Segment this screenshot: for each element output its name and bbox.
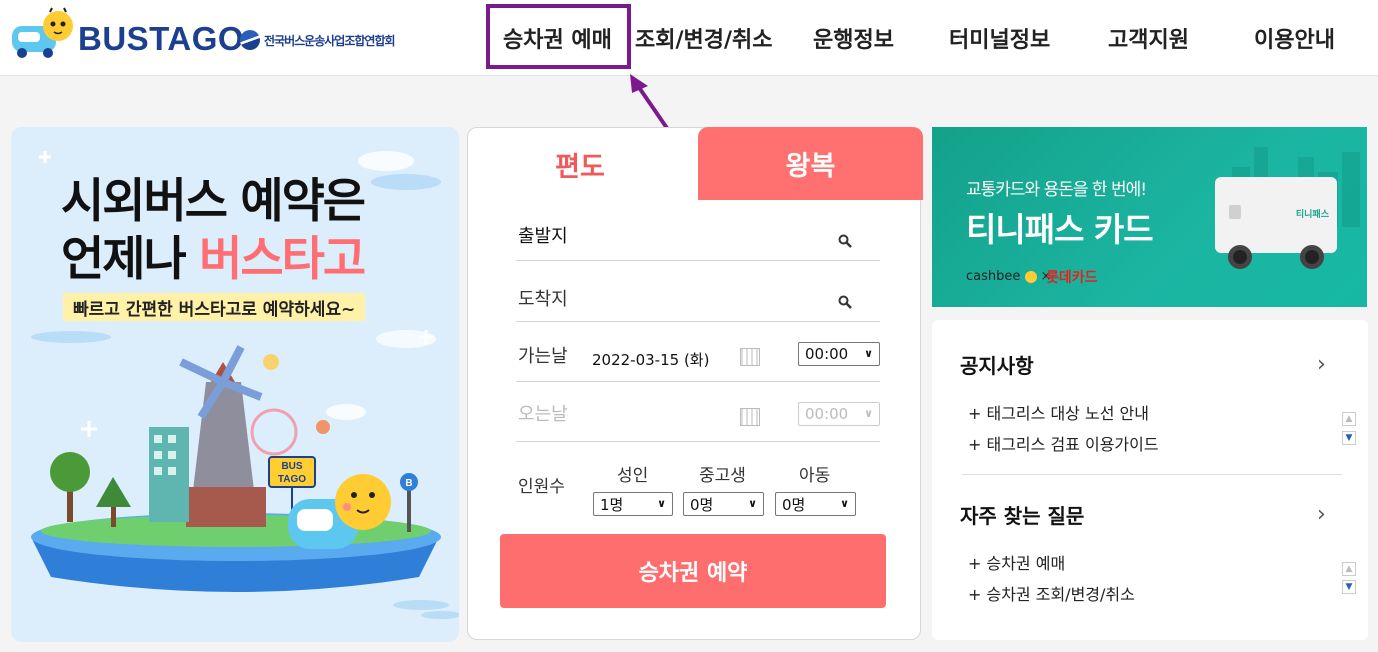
bus-stop-letter: B [405, 478, 412, 489]
go-time-value: 00:00 [805, 345, 849, 363]
calendar-icon [740, 408, 760, 426]
site-header: BUSTAGO 전국버스운송사업조합연합회 승차권 예매 조회/변경/취소 운행… [0, 0, 1378, 76]
passengers-label: 인원수 [518, 477, 565, 497]
return-time-select: 00:00 ∨ [798, 402, 880, 426]
chevron-down-icon: ∨ [864, 347, 873, 360]
chevron-down-icon: ∨ [657, 497, 666, 510]
promo-right-title: 티니패스 카드 [966, 210, 1154, 249]
faq-item[interactable]: + 승차권 예매 [968, 550, 1065, 574]
tab-one-way[interactable]: 편도 [468, 128, 692, 200]
chevron-down-icon: ∨ [864, 407, 873, 420]
brand-name[interactable]: BUSTAGO [78, 20, 244, 58]
child-count-select[interactable]: 0명 ∨ [775, 492, 856, 516]
lotte-card-logo: 롯데카드 [1046, 270, 1098, 286]
cashbee-bee-icon [1024, 270, 1037, 283]
arrival-label: 도착지 [518, 289, 568, 310]
search-icon[interactable] [838, 234, 852, 248]
booking-panel: 편도 왕복 출발지 도착지 가는날 2022-03-15 (화) 00:00 ∨ … [467, 127, 923, 640]
nav-customer-support[interactable]: 고객지원 [1108, 0, 1189, 76]
association-name: 전국버스운송사업조합연합회 [264, 33, 396, 48]
adult-label: 성인 [617, 466, 649, 486]
chevron-down-icon: ∨ [748, 497, 757, 510]
wheel-icon [1228, 245, 1252, 269]
child-count-value: 0명 [782, 495, 806, 514]
departure-label: 출발지 [518, 226, 568, 247]
return-date-label: 오는날 [518, 404, 568, 425]
scroll-down-icon[interactable]: ▼ [1342, 580, 1356, 594]
nav-terminal-info[interactable]: 터미널정보 [949, 0, 1050, 76]
bus-sign-line2: TAGO [278, 474, 306, 485]
notice-item[interactable]: + 태그리스 대상 노선 안내 [968, 400, 1149, 424]
chevron-right-icon[interactable]: › [1317, 502, 1331, 527]
tab-round-trip[interactable]: 왕복 [698, 127, 923, 200]
notice-title[interactable]: 공지사항 [960, 350, 1034, 379]
return-time-value: 00:00 [805, 405, 849, 423]
section-divider [962, 474, 1342, 475]
wheel-icon [1300, 245, 1324, 269]
annotation-highlight-box [486, 4, 631, 69]
reserve-button[interactable]: 승차권 예약 [500, 534, 886, 608]
adult-count-value: 1명 [600, 495, 624, 514]
promo-title-prefix: 언제나 [61, 232, 200, 287]
chevron-down-icon: ∨ [840, 497, 849, 510]
departure-date-row: 가는날 2022-03-15 (화) 00:00 ∨ [516, 322, 880, 382]
association-logo: 전국버스운송사업조합연합회 [240, 30, 396, 50]
nav-operation-info[interactable]: 운행정보 [813, 0, 894, 76]
faq-title[interactable]: 자주 찾는 질문 [960, 500, 1084, 529]
cashbee-text: cashbee [966, 269, 1021, 284]
child-label: 아동 [799, 466, 831, 486]
teen-label: 중고생 [699, 466, 746, 486]
nav-usage-guide[interactable]: 이용안내 [1254, 0, 1335, 76]
go-date-value[interactable]: 2022-03-15 (화) [592, 349, 709, 370]
scroll-down-icon[interactable]: ▼ [1342, 431, 1356, 445]
bus-sign-line1: BUS [281, 461, 302, 472]
faq-item[interactable]: + 승차권 조회/변경/취소 [968, 581, 1135, 605]
tinipass-card-image: 티니패스 [1215, 177, 1337, 253]
notice-faq-panel: 공지사항 › + 태그리스 대상 노선 안내 + 태그리스 검표 이용가이드 ▲… [932, 320, 1368, 640]
adult-count-select[interactable]: 1명 ∨ [593, 492, 673, 516]
teen-count-value: 0명 [690, 495, 714, 514]
scroll-up-icon[interactable]: ▲ [1342, 562, 1356, 576]
teen-count-select[interactable]: 0명 ∨ [683, 492, 764, 516]
departure-field[interactable]: 출발지 [516, 212, 880, 261]
go-time-select[interactable]: 00:00 ∨ [798, 342, 880, 366]
cashbee-logo: cashbee × [966, 269, 1052, 284]
go-date-label: 가는날 [518, 346, 568, 367]
promo-banner-left[interactable]: BUS TAGO B 시외버스 예약은 언제나 버스타고 빠르고 간편한 버스타… [11, 127, 459, 642]
calendar-icon[interactable] [740, 348, 760, 366]
card-label: 티니패스 [1295, 210, 1329, 220]
card-chip-icon [1229, 205, 1241, 219]
chevron-right-icon[interactable]: › [1317, 352, 1331, 377]
promo-title-accent: 버스타고 [199, 232, 366, 287]
nav-lookup-change-cancel[interactable]: 조회/변경/취소 [635, 0, 773, 76]
promo-banner-right[interactable]: 교통카드와 용돈을 한 번에! 티니패스 카드 cashbee × 롯데카드 티… [932, 127, 1367, 307]
bustago-mascot-logo[interactable] [8, 6, 76, 62]
promo-title-line2: 언제나 버스타고 [61, 220, 366, 289]
arrival-field[interactable]: 도착지 [516, 261, 880, 322]
search-icon[interactable] [838, 295, 852, 309]
association-emblem-icon [240, 30, 260, 50]
return-date-row: 오는날 00:00 ∨ [516, 382, 880, 442]
promo-right-tagline: 교통카드와 용돈을 한 번에! [966, 180, 1147, 200]
promo-subtitle: 빠르고 간편한 버스타고로 예약하세요~ [63, 293, 366, 321]
scroll-up-icon[interactable]: ▲ [1342, 412, 1356, 426]
notice-item[interactable]: + 태그리스 검표 이용가이드 [968, 431, 1159, 455]
